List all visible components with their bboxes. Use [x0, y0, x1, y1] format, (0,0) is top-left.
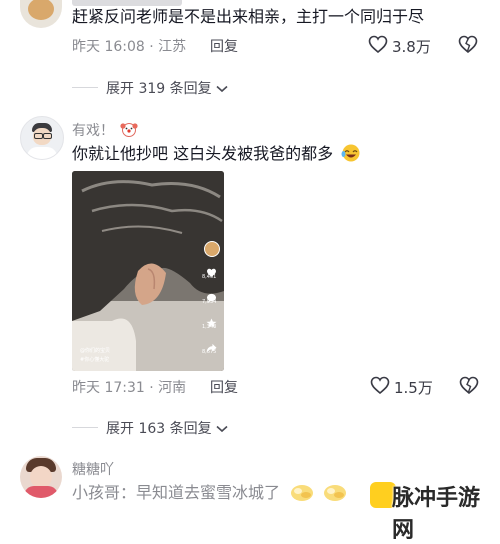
comment-meta: 昨天 17:31 · 河南: [72, 380, 187, 396]
avatar[interactable]: [20, 116, 64, 160]
avatar[interactable]: [20, 456, 62, 498]
username-label: 有戏！: [72, 123, 114, 139]
comment-text: 赶紧反问老师是不是出来相亲，主打一个同归于尽: [72, 7, 425, 26]
comment-text-content: 你就让他抄吧 这白头发被我爸的都多: [72, 144, 334, 163]
expand-replies-label: 展开 163 条回复: [106, 421, 212, 437]
video-like-count: 8,401: [202, 274, 217, 280]
ice-cream-emoji-icon: [322, 482, 348, 507]
expand-replies-label: 展开 319 条回复: [106, 81, 212, 97]
video-thumbnail[interactable]: 8,401 7,034 1,343 8,675 @你们的宝贝 #你心懂大驼: [72, 171, 224, 371]
expand-replies-button[interactable]: 展开 319 条回复: [106, 78, 228, 98]
reply-button[interactable]: 回复: [210, 377, 238, 397]
username[interactable]: 有戏！: [72, 120, 139, 141]
video-caption: @你们的宝贝: [80, 348, 111, 354]
chevron-down-icon: [216, 81, 228, 97]
dislike-icon[interactable]: [458, 35, 478, 54]
comment-text: 小孩哥：早知道去蜜雪冰城了: [72, 482, 348, 507]
username[interactable]: 糖糖吖: [72, 459, 114, 479]
like-count: 1.5万: [394, 379, 433, 397]
divider-line: [72, 87, 98, 88]
profile-avatar-icon[interactable]: [204, 241, 220, 257]
username-cut: [72, 0, 182, 6]
expand-replies-button[interactable]: 展开 163 条回复: [106, 418, 228, 438]
dislike-icon[interactable]: [459, 376, 479, 395]
ice-cream-emoji-icon: [289, 482, 315, 507]
comment-text: 你就让他抄吧 这白头发被我爸的都多: [72, 143, 362, 168]
watermark-text: 脉冲手游网: [392, 486, 481, 543]
heart-icon[interactable]: [368, 35, 388, 54]
video-favorite-count: 1,343: [202, 324, 217, 330]
avatar[interactable]: [20, 0, 62, 28]
video-share-count: 8,675: [202, 349, 217, 355]
heart-icon[interactable]: [370, 376, 390, 395]
comment-text-content: 小孩哥：早知道去蜜雪冰城了: [72, 483, 281, 502]
laughing-emoji-icon: [340, 143, 362, 168]
reply-button[interactable]: 回复: [210, 36, 238, 56]
clown-face-icon: [120, 121, 139, 141]
like-count: 3.8万: [392, 38, 431, 56]
video-comment-count: 7,034: [202, 299, 217, 305]
video-handle: #你心懂大驼: [80, 357, 110, 363]
divider-line: [72, 427, 98, 428]
comment-meta: 昨天 16:08 · 江苏: [72, 39, 187, 55]
chevron-down-icon: [216, 421, 228, 437]
